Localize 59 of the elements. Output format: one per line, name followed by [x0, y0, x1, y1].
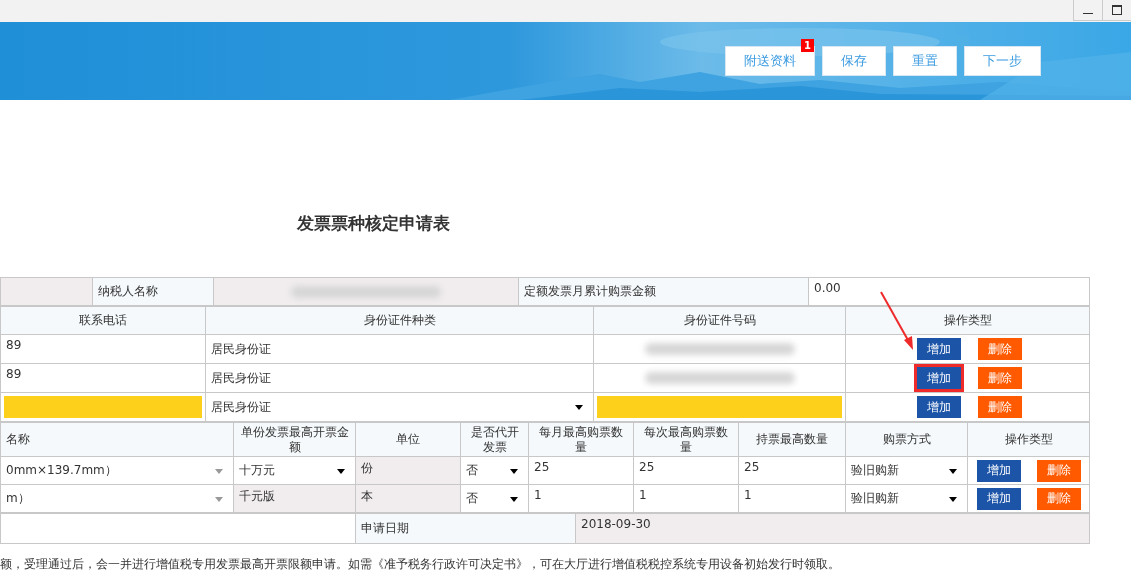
table-cell: 25	[738, 456, 846, 485]
add-button[interactable]: 增加	[916, 338, 961, 360]
table-cell: 1	[528, 484, 634, 513]
column-header: 身份证件种类	[205, 306, 594, 335]
caret-icon	[949, 469, 957, 474]
input-field[interactable]	[597, 396, 842, 418]
field-value: 2018-09-30	[575, 513, 1090, 544]
dropdown[interactable]: 居民身份证	[205, 392, 594, 422]
caret-icon	[215, 469, 223, 474]
dropdown[interactable]: 否	[460, 456, 529, 485]
add-button[interactable]: 增加	[976, 459, 1021, 482]
caret-icon	[215, 497, 223, 502]
count-badge: 1	[801, 39, 814, 52]
column-header: 身份证件号码	[593, 306, 846, 335]
table-cell: 89	[0, 363, 206, 393]
annotation-arrow	[880, 291, 913, 350]
input-field[interactable]	[4, 396, 202, 418]
dropdown[interactable]: 十万元	[233, 456, 356, 485]
column-header: 是否代开发票	[460, 422, 529, 457]
table-cell: 1	[633, 484, 739, 513]
form-title: 发票票种核定申请表	[297, 212, 451, 235]
table-cell: 份	[355, 456, 461, 485]
dropdown[interactable]: 否	[460, 484, 529, 513]
column-header: 单份发票最高开票金额	[233, 422, 356, 457]
add-button[interactable]: 增加	[916, 396, 961, 418]
caret-icon	[337, 469, 345, 474]
caret-icon	[949, 497, 957, 502]
field-label: 申请日期	[355, 513, 576, 544]
note-text: 额，受理通过后，会一并进行增值税专用发票最高开票限额申请。如需《准予税务行政许可决定书》，可在大厅进行增值税税控系统专用设备初始发行时领取。	[0, 556, 841, 573]
field-label: 定额发票月累计购票金额	[518, 277, 809, 306]
table-cell: 25	[528, 456, 634, 485]
caret-icon	[575, 405, 583, 410]
column-header: 每月最高购票数量	[528, 422, 634, 457]
table-cell: 25	[633, 456, 739, 485]
table-cell: 1	[738, 484, 846, 513]
dropdown[interactable]: 验旧购新	[845, 484, 968, 513]
table-cell: 居民身份证	[205, 363, 594, 393]
field-label: 纳税人名称	[92, 277, 214, 306]
column-header: 操作类型	[845, 306, 1090, 335]
dropdown[interactable]: 验旧购新	[845, 456, 968, 485]
column-header: 操作类型	[967, 422, 1090, 457]
table-cell: 89	[0, 334, 206, 364]
table-cell: 千元版	[233, 484, 356, 513]
column-header: 持票最高数量	[738, 422, 846, 457]
column-header: 购票方式	[845, 422, 968, 457]
add-button[interactable]: 增加	[916, 367, 961, 389]
add-button[interactable]: 增加	[976, 487, 1021, 510]
restore-icon[interactable]	[1102, 0, 1131, 21]
dropdown[interactable]: 0mm×139.7mm）	[0, 456, 234, 485]
column-header: 联系电话	[0, 306, 206, 335]
column-header: 名称	[0, 422, 234, 457]
column-header: 每次最高购票数量	[633, 422, 739, 457]
caret-icon	[510, 497, 518, 502]
field-value: 0.00	[808, 277, 1090, 306]
table-cell: 本	[355, 484, 461, 513]
caret-icon	[510, 469, 518, 474]
dropdown[interactable]: m）	[0, 484, 234, 513]
column-header: 单位	[355, 422, 461, 457]
table-cell: 居民身份证	[205, 334, 594, 364]
